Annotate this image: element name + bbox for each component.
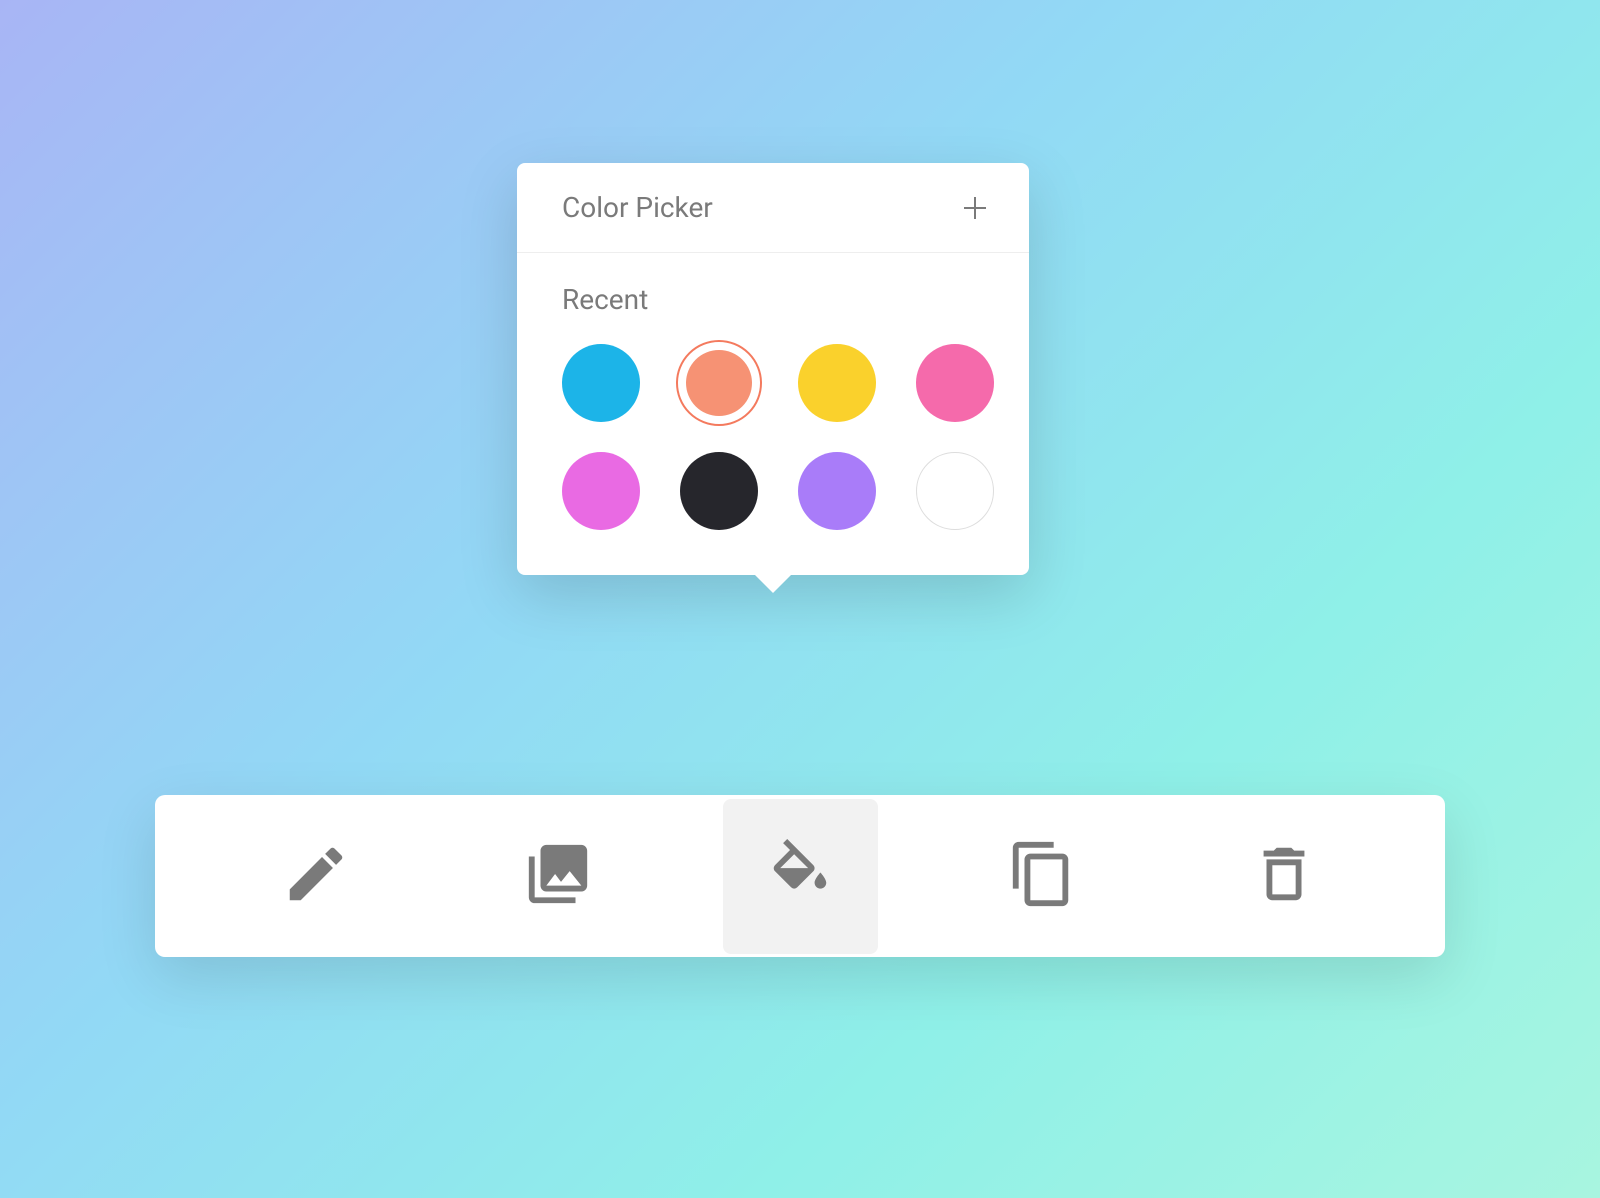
edit-button[interactable]	[239, 799, 394, 954]
swatch-fill	[680, 452, 758, 530]
color-swatch-cyan[interactable]	[562, 344, 640, 422]
swatch-fill	[916, 452, 994, 530]
plus-icon	[962, 195, 988, 221]
swatch-fill	[562, 344, 640, 422]
popover-body: Recent	[517, 253, 1029, 575]
swatch-grid	[562, 344, 984, 530]
images-icon	[523, 839, 593, 913]
popover-title: Color Picker	[562, 191, 713, 224]
trash-icon	[1249, 839, 1319, 913]
images-button[interactable]	[481, 799, 636, 954]
swatch-fill	[798, 452, 876, 530]
color-swatch-coral[interactable]	[680, 344, 758, 422]
popover-header: Color Picker	[517, 163, 1029, 253]
swatch-fill	[562, 452, 640, 530]
swatch-fill	[916, 344, 994, 422]
pencil-icon	[281, 839, 351, 913]
fill-button[interactable]	[723, 799, 878, 954]
paint-bucket-icon	[765, 839, 835, 913]
color-swatch-pink[interactable]	[916, 344, 994, 422]
copy-icon	[1007, 839, 1077, 913]
recent-label: Recent	[562, 283, 984, 316]
copy-button[interactable]	[965, 799, 1120, 954]
toolbar	[155, 795, 1445, 957]
color-swatch-purple[interactable]	[798, 452, 876, 530]
color-picker-popover: Color Picker Recent	[517, 163, 1029, 575]
color-swatch-magenta[interactable]	[562, 452, 640, 530]
add-color-button[interactable]	[961, 194, 989, 222]
color-swatch-white[interactable]	[916, 452, 994, 530]
color-swatch-black[interactable]	[680, 452, 758, 530]
color-swatch-yellow[interactable]	[798, 344, 876, 422]
swatch-fill	[686, 350, 752, 416]
swatch-fill	[798, 344, 876, 422]
delete-button[interactable]	[1207, 799, 1362, 954]
